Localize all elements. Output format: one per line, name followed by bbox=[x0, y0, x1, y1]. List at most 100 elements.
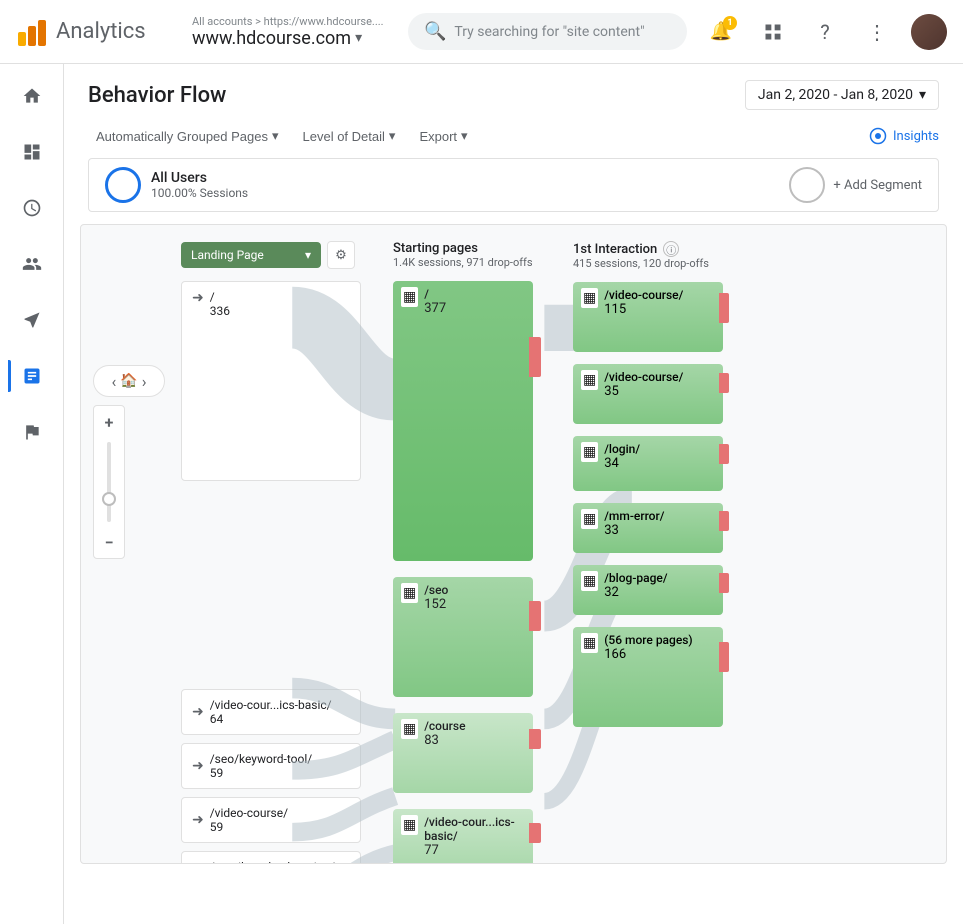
level-of-detail-button[interactable]: Level of Detail ▾ bbox=[295, 122, 404, 150]
block-icon-2: ▦ bbox=[401, 719, 418, 739]
starting-block-2[interactable]: ▦ /course 83 bbox=[393, 713, 533, 793]
sidebar-item-customization[interactable] bbox=[8, 128, 56, 176]
page-title: Behavior Flow bbox=[88, 83, 226, 108]
breadcrumb: All accounts > https://www.hdcourse.... bbox=[192, 15, 392, 28]
landing-page-dropdown[interactable]: Landing Page ▾ bbox=[181, 242, 321, 268]
landing-node-root: ➜ / 336 bbox=[181, 281, 361, 481]
zoom-slider: + − bbox=[93, 405, 125, 559]
landing-node-3: ➜ /video-course/ 59 bbox=[181, 797, 361, 843]
block-label-3: /video-cour...ics-basic/ bbox=[424, 815, 525, 843]
add-segment-button[interactable]: + Add Segment bbox=[789, 167, 922, 203]
interact-block-1[interactable]: ▦ /video-course/ 35 bbox=[573, 364, 723, 424]
drop-indicator-0 bbox=[529, 337, 541, 377]
url-display[interactable]: www.hdcourse.com ▾ bbox=[192, 28, 392, 49]
node-value-2: 59 bbox=[210, 766, 313, 780]
date-range-text: Jan 2, 2020 - Jan 8, 2020 bbox=[758, 87, 913, 103]
brand-area: Analytics bbox=[16, 16, 176, 48]
node-value: 336 bbox=[210, 304, 230, 318]
interact-drop-1 bbox=[719, 373, 729, 393]
starting-block-1[interactable]: ▦ /seo 152 bbox=[393, 577, 533, 697]
block-icon-1: ▦ bbox=[401, 583, 418, 603]
node-icon-2: ➜ bbox=[192, 758, 204, 774]
zoom-thumb[interactable] bbox=[102, 492, 116, 506]
sidebar-item-realtime[interactable] bbox=[8, 184, 56, 232]
dropdown-arrow: ▾ bbox=[355, 30, 362, 46]
node-value-1: 64 bbox=[210, 712, 332, 726]
node-arrow-icon: ➜ bbox=[192, 290, 204, 306]
zoom-in-button[interactable]: + bbox=[97, 410, 121, 434]
date-range-picker[interactable]: Jan 2, 2020 - Jan 8, 2020 ▾ bbox=[745, 80, 939, 110]
starting-pages-header: Starting pages 1.4K sessions, 971 drop-o… bbox=[393, 241, 549, 269]
block-val-1: 152 bbox=[424, 597, 448, 612]
interact-val-1: 35 bbox=[604, 384, 683, 399]
landing-dropdown-arrow: ▾ bbox=[305, 248, 311, 262]
interact-val-0: 115 bbox=[604, 302, 683, 317]
flow-controls: ‹ 🏠 › + − bbox=[93, 365, 165, 559]
interact-block-4[interactable]: ▦ /blog-page/ 32 bbox=[573, 565, 723, 615]
grouped-pages-button[interactable]: Automatically Grouped Pages ▾ bbox=[88, 122, 287, 150]
zoom-track bbox=[107, 442, 111, 522]
segment-label: All Users bbox=[151, 170, 248, 186]
interact-block-3[interactable]: ▦ /mm-error/ 33 bbox=[573, 503, 723, 553]
nav-button-group: ‹ 🏠 › bbox=[93, 365, 165, 397]
apps-button[interactable] bbox=[755, 14, 791, 50]
landing-settings-button[interactable]: ⚙ bbox=[327, 241, 355, 269]
sidebar-item-audience[interactable] bbox=[8, 240, 56, 288]
block-label-1: /seo bbox=[424, 583, 448, 597]
grouped-pages-label: Automatically Grouped Pages bbox=[96, 129, 268, 144]
analytics-logo bbox=[16, 16, 48, 48]
flow-container: ‹ 🏠 › + − bbox=[80, 224, 947, 864]
top-header: Analytics All accounts > https://www.hdc… bbox=[0, 0, 963, 64]
interact-val-5: 166 bbox=[604, 647, 692, 662]
landing-node-2: ➜ /seo/keyword-tool/ 59 bbox=[181, 743, 361, 789]
landing-node-4: ➜ /email-mark...-learning/ 54 bbox=[181, 851, 361, 863]
interact-block-2[interactable]: ▦ /login/ 34 bbox=[573, 436, 723, 491]
segment-bar: All Users 100.00% Sessions + Add Segment bbox=[88, 158, 939, 212]
interaction-info-icon[interactable]: ⓘ bbox=[663, 241, 679, 257]
sidebar-item-home[interactable] bbox=[8, 72, 56, 120]
main-layout: Behavior Flow Jan 2, 2020 - Jan 8, 2020 … bbox=[0, 64, 963, 924]
block-val-0: 377 bbox=[424, 301, 446, 316]
interact-drop-5 bbox=[719, 642, 729, 672]
main-content: Behavior Flow Jan 2, 2020 - Jan 8, 2020 … bbox=[64, 64, 963, 924]
interact-block-5[interactable]: ▦ (56 more pages) 166 bbox=[573, 627, 723, 727]
node-label-1: /video-cour...ics-basic/ bbox=[210, 698, 332, 712]
starting-block-3[interactable]: ▦ /video-cour...ics-basic/ 77 bbox=[393, 809, 533, 863]
interaction-column: 1st Interaction ⓘ 415 sessions, 120 drop… bbox=[561, 241, 741, 847]
segment-info: All Users 100.00% Sessions bbox=[151, 170, 248, 200]
export-button[interactable]: Export ▾ bbox=[411, 122, 475, 150]
sidebar bbox=[0, 64, 64, 924]
block-val-2: 83 bbox=[424, 733, 465, 748]
page-header: Behavior Flow Jan 2, 2020 - Jan 8, 2020 … bbox=[64, 64, 963, 118]
segment-sub: 100.00% Sessions bbox=[151, 186, 248, 200]
interact-block-0[interactable]: ▦ /video-course/ 115 bbox=[573, 282, 723, 352]
add-segment-circle bbox=[789, 167, 825, 203]
help-button[interactable]: ? bbox=[807, 14, 843, 50]
interaction-header: 1st Interaction ⓘ 415 sessions, 120 drop… bbox=[573, 241, 729, 270]
interact-label-2: /login/ bbox=[604, 442, 640, 456]
header-icons: 🔔 1 ? ⋮ bbox=[703, 14, 947, 50]
node-label: / bbox=[210, 290, 230, 304]
block-icon-3: ▦ bbox=[401, 815, 418, 835]
interact-icon-0: ▦ bbox=[581, 288, 598, 308]
nav-left-button[interactable]: ‹ bbox=[111, 372, 116, 391]
interact-label-1: /video-course/ bbox=[604, 370, 683, 384]
starting-pages-subtitle: 1.4K sessions, 971 drop-offs bbox=[393, 256, 549, 269]
interact-icon-1: ▦ bbox=[581, 370, 598, 390]
insights-button[interactable]: Insights bbox=[869, 127, 939, 145]
sidebar-item-acquisition[interactable] bbox=[8, 296, 56, 344]
avatar[interactable] bbox=[911, 14, 947, 50]
flow-columns: Landing Page ▾ ⚙ ➜ / 336 bbox=[181, 241, 930, 847]
starting-block-0[interactable]: ▦ / 377 bbox=[393, 281, 533, 561]
search-bar[interactable]: 🔍 Try searching for "site content" bbox=[408, 13, 687, 50]
drop-indicator-2 bbox=[529, 729, 541, 749]
notification-button[interactable]: 🔔 1 bbox=[703, 14, 739, 50]
more-button[interactable]: ⋮ bbox=[859, 14, 895, 50]
nav-right-button[interactable]: › bbox=[142, 372, 147, 391]
block-label-2: /course bbox=[424, 719, 465, 733]
sidebar-item-behavior[interactable] bbox=[8, 352, 56, 400]
zoom-out-button[interactable]: − bbox=[97, 530, 121, 554]
sidebar-item-conversions[interactable] bbox=[8, 408, 56, 456]
interact-val-4: 32 bbox=[604, 585, 667, 600]
date-dropdown-arrow: ▾ bbox=[919, 87, 926, 103]
